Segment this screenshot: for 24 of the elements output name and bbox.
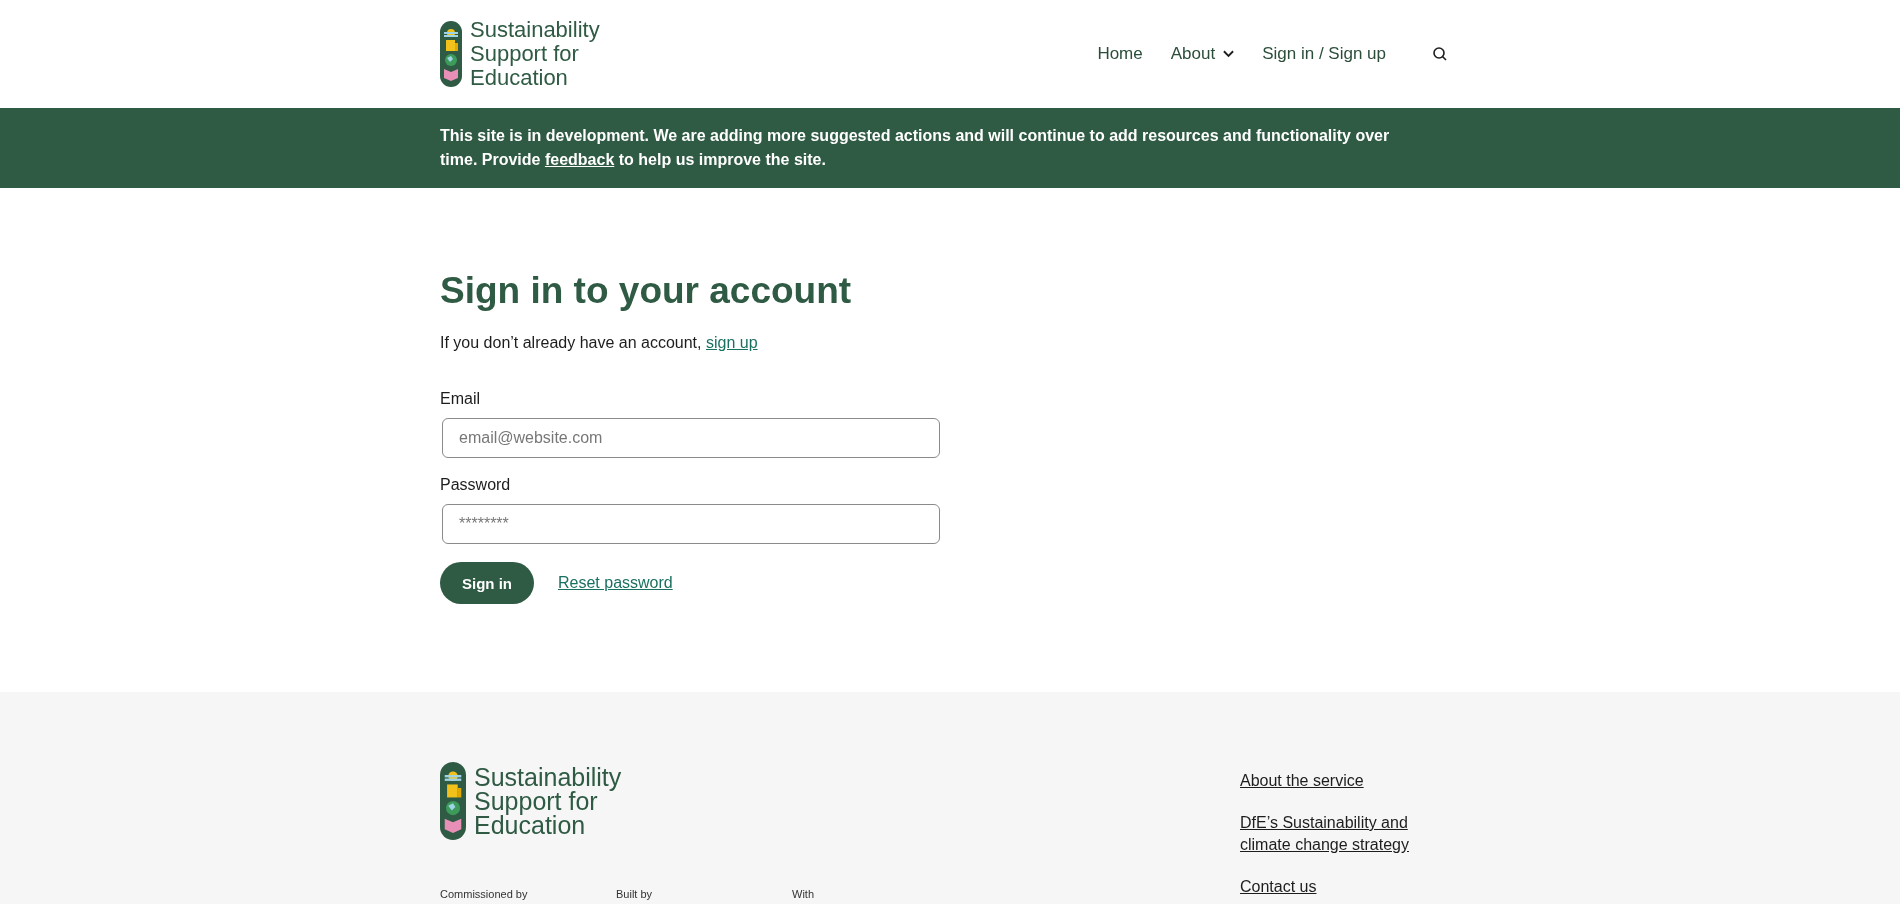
- logo-text: Sustainability Support for Education: [474, 765, 622, 837]
- feedback-link[interactable]: feedback: [544, 151, 615, 168]
- search-icon[interactable]: [1432, 46, 1448, 62]
- field-label: Password: [440, 476, 512, 494]
- logo-text: Sustainability Support for Education: [470, 18, 600, 90]
- sign-in-button[interactable]: Sign in: [440, 562, 534, 604]
- nav-dropdown[interactable]: About: [1170, 44, 1235, 64]
- footer-link[interactable]: DfE’s Sustainability and climate change strategy: [1240, 812, 1440, 856]
- sign-up-link[interactable]: sign up: [705, 334, 758, 351]
- input-field[interactable]: email@website.com: [442, 418, 940, 458]
- field-label: Email: [440, 390, 481, 408]
- chevron-icon: [1223, 50, 1235, 58]
- intro-text: If you don’t already have an account, sign up: [440, 334, 759, 352]
- credit-label: Built by: [616, 888, 654, 900]
- notice-text: This site is in development. We are adding more suggested actions and will continue to add resources and functionality over time. Provide feedback to help us improve the site.: [440, 126, 1391, 170]
- footer-link[interactable]: Contact us: [1240, 876, 1440, 898]
- nav-link[interactable]: Home: [1097, 44, 1143, 64]
- reset-password-link[interactable]: Reset password: [558, 574, 673, 592]
- credit-label: Commissioned by: [440, 888, 529, 900]
- nav-link[interactable]: Sign in / Sign up: [1262, 44, 1386, 64]
- footer-link[interactable]: About the service: [1240, 770, 1440, 792]
- page-title: Sign in to your account: [440, 270, 853, 312]
- input-field[interactable]: ********: [442, 504, 940, 544]
- credit-label: With: [792, 888, 815, 900]
